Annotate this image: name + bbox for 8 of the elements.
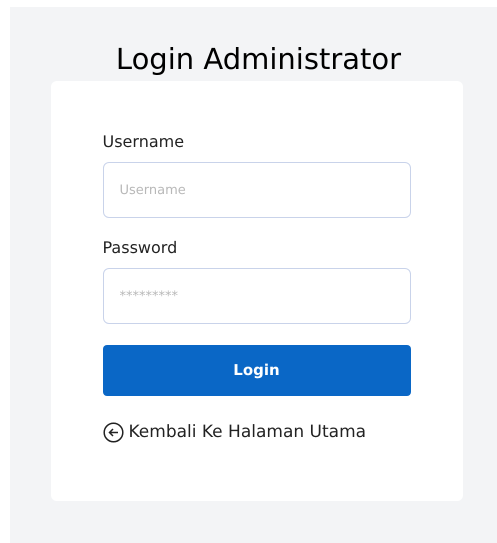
field-label: Username xyxy=(102,131,186,153)
back-link[interactable]: Kembali Ke Halaman Utama xyxy=(102,420,410,446)
field-label: Password xyxy=(102,237,178,259)
back-link-text[interactable]: Kembali Ke Halaman Utama xyxy=(128,420,366,446)
input-field[interactable]: ********* xyxy=(102,268,410,324)
input-field[interactable]: Username xyxy=(102,162,410,218)
page-title: Login Administrator xyxy=(116,41,402,77)
login-button[interactable]: Login xyxy=(102,345,410,396)
